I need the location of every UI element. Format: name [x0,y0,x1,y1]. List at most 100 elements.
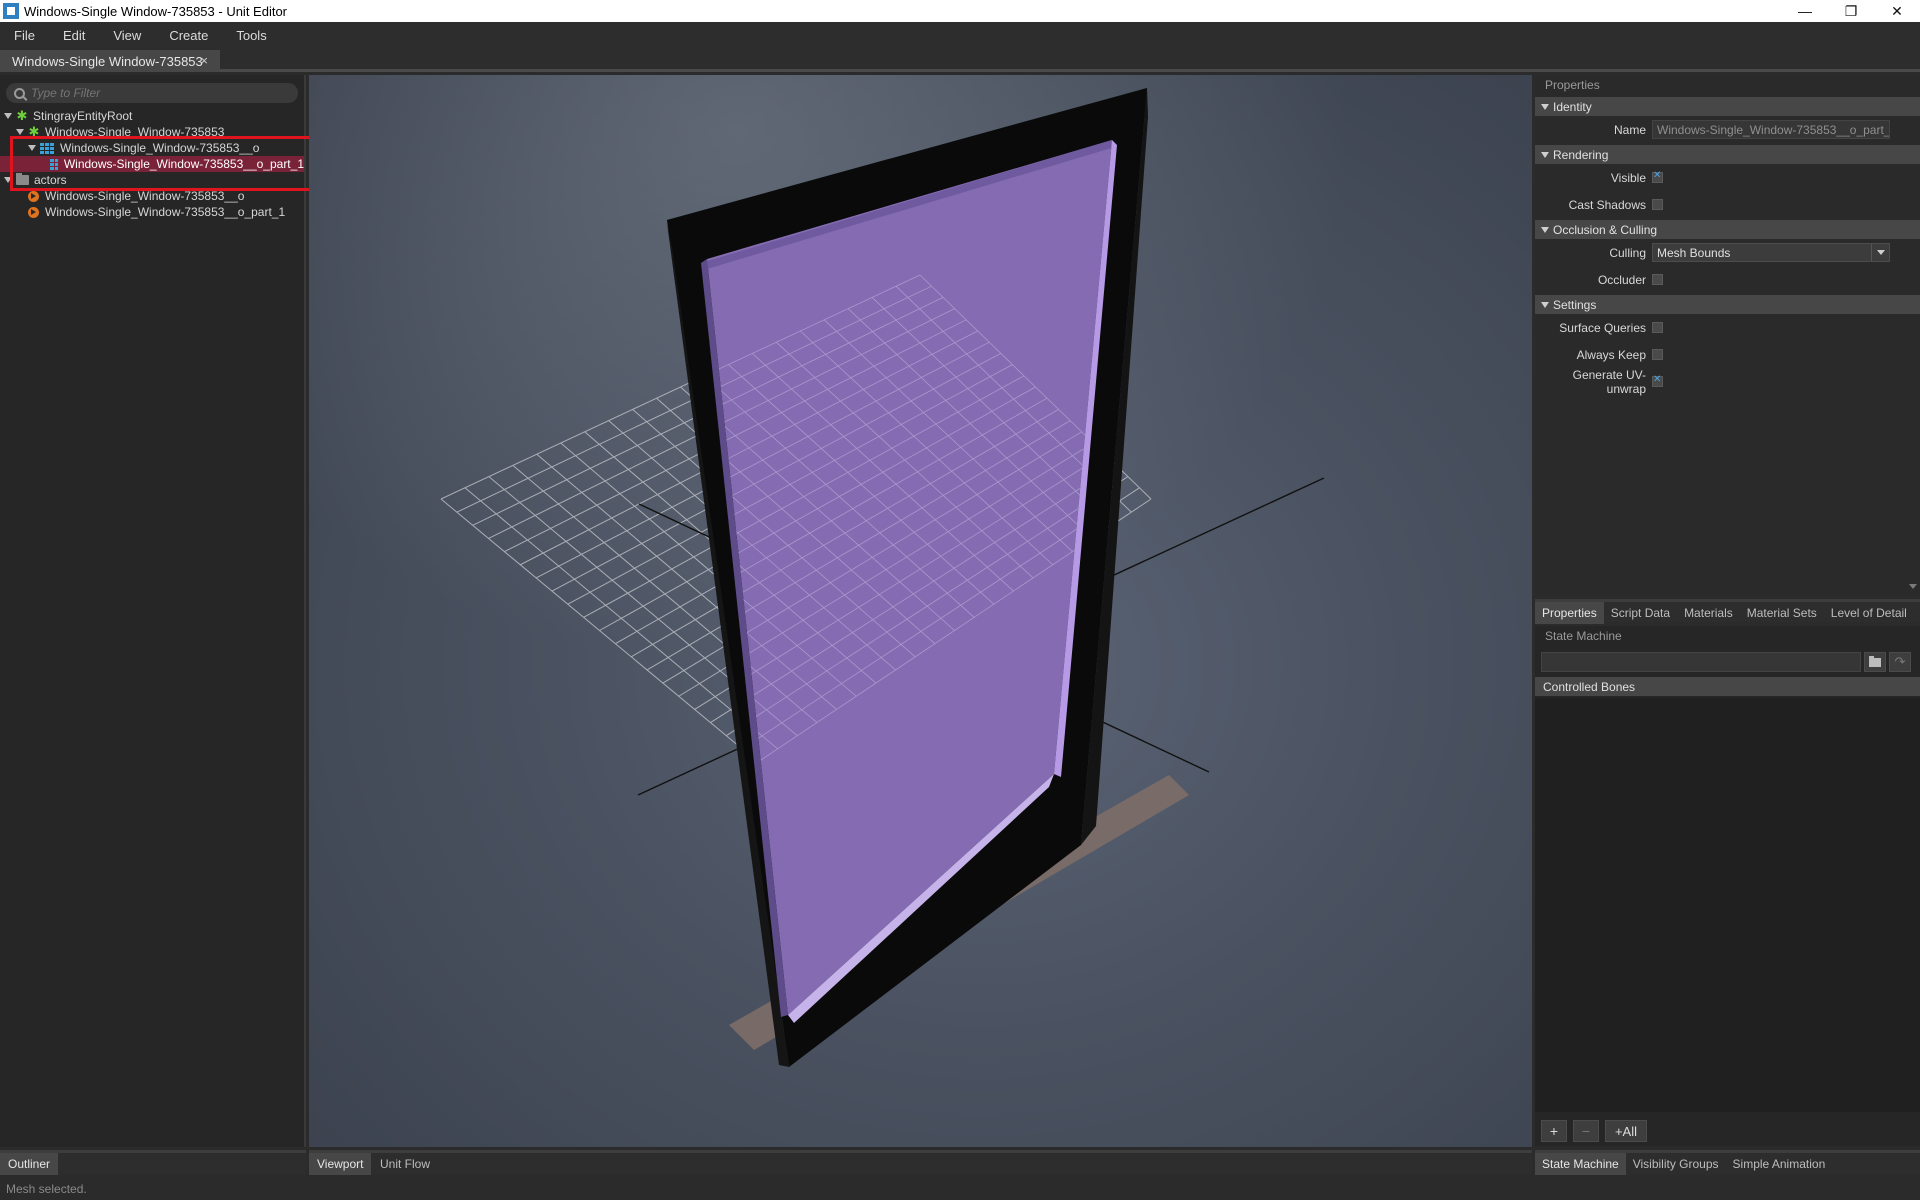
tab-simple-animation[interactable]: Simple Animation [1726,1153,1833,1175]
section-identity[interactable]: Identity [1535,97,1920,116]
collapse-arrow-icon[interactable] [1541,103,1549,110]
name-row: Name Windows-Single_Window-735853__o_par… [1535,116,1920,143]
tree-item-label: StingrayEntityRoot [33,109,133,123]
always-keep-row: Always Keep [1535,341,1920,368]
section-label: Rendering [1553,147,1609,162]
section-rendering[interactable]: Rendering [1535,145,1920,164]
tree-item-label: Windows-Single_Window-735853__o_part_1 [45,205,286,219]
cast-shadows-row: Cast Shadows [1535,191,1920,218]
document-tab-label: Windows-Single Window-735853 [12,53,203,69]
menu-tools[interactable]: Tools [228,28,274,43]
name-label: Name [1613,122,1646,137]
state-machine-panel: State Machine ↷ Controlled Bones + − +Al… [1535,626,1920,1146]
occluder-checkbox[interactable] [1652,274,1663,285]
app-icon [3,3,19,19]
outliner-tab-bar: Outliner [0,1150,306,1175]
browse-button[interactable] [1864,652,1886,672]
outliner-panel: ✱ StingrayEntityRoot ✱ Windows-Single_Wi… [0,75,306,1147]
generate-uv-checkbox[interactable] [1652,374,1663,387]
cast-shadows-label: Cast Shadows [1568,197,1646,212]
menu-view[interactable]: View [105,28,149,43]
expand-arrow-icon[interactable] [16,129,24,135]
cast-shadows-checkbox[interactable] [1652,199,1663,210]
section-label: Occlusion & Culling [1553,222,1658,237]
visible-checkbox[interactable] [1652,170,1663,183]
section-label: Identity [1553,99,1592,114]
viewport-scene [309,75,1532,1147]
properties-title: Properties [1545,78,1600,92]
tab-level-of-detail[interactable]: Level of Detail [1824,602,1914,624]
actor-icon [28,190,39,202]
occluder-label: Occluder [1597,272,1646,287]
goto-button[interactable]: ↷ [1889,652,1911,672]
occluder-row: Occluder [1535,266,1920,293]
menu-edit[interactable]: Edit [55,28,93,43]
restore-button[interactable]: ❐ [1828,0,1874,22]
expand-arrow-icon[interactable] [4,113,12,119]
generate-uv-label: Generate UV-unwrap [1572,367,1646,396]
menu-bar: File Edit View Create Tools [0,22,1920,48]
surface-queries-row: Surface Queries [1535,314,1920,341]
section-occlusion-culling[interactable]: Occlusion & Culling [1535,220,1920,239]
generate-uv-row: Generate UV-unwrap [1535,367,1920,396]
always-keep-checkbox[interactable] [1652,349,1663,360]
culling-label: Culling [1609,245,1646,260]
filter-box[interactable] [6,83,298,103]
controlled-bones-header: Controlled Bones [1535,677,1920,696]
tree-item-label: Windows-Single_Window-735853__o [45,189,245,203]
window-controls: — ❐ ✕ [1782,0,1920,22]
collapse-arrow-icon[interactable] [1541,301,1549,308]
viewport-3d[interactable] [309,75,1532,1147]
menu-file[interactable]: File [6,28,43,43]
status-text: Mesh selected. [6,1182,87,1196]
add-bone-button[interactable]: + [1541,1120,1567,1142]
surface-queries-label: Surface Queries [1559,320,1646,335]
tab-unit-flow[interactable]: Unit Flow [372,1153,438,1175]
section-label: Settings [1553,297,1597,312]
status-bar: Mesh selected. [0,1178,1920,1200]
tab-script-data[interactable]: Script Data [1604,602,1677,624]
tab-viewport[interactable]: Viewport [309,1153,372,1175]
culling-row: Culling Mesh Bounds [1535,239,1920,266]
always-keep-label: Always Keep [1576,347,1646,362]
title-bar: Windows-Single Window-735853 - Unit Edit… [0,0,1920,22]
actor-icon [28,206,39,218]
entity-icon: ✱ [16,108,28,123]
tab-state-machine[interactable]: State Machine [1535,1153,1626,1175]
close-window-button[interactable]: ✕ [1874,0,1920,22]
tab-properties[interactable]: Properties [1535,602,1604,624]
scroll-down-icon[interactable] [1909,584,1917,589]
minimize-button[interactable]: — [1782,0,1828,22]
collapse-arrow-icon[interactable] [1541,226,1549,233]
tab-material-sets[interactable]: Material Sets [1740,602,1824,624]
folder-icon [1869,655,1881,667]
controlled-bones-list[interactable] [1535,698,1920,1112]
state-machine-title: State Machine [1545,629,1622,643]
tab-outliner[interactable]: Outliner [0,1153,59,1175]
culling-dropdown[interactable]: Mesh Bounds [1652,243,1890,262]
properties-panel: Properties Identity Name Windows-Single_… [1535,75,1920,595]
viewport-tab-bar: Viewport Unit Flow [309,1150,1532,1175]
state-machine-input[interactable] [1541,652,1861,672]
annotation-highlight-box [10,136,337,191]
tab-materials[interactable]: Materials [1677,602,1740,624]
window-title: Windows-Single Window-735853 - Unit Edit… [24,3,288,19]
tab-close-icon[interactable]: × [200,53,208,68]
document-tab-strip: Windows-Single Window-735853 × [0,48,1920,72]
remove-bone-button[interactable]: − [1573,1120,1599,1142]
tree-item-actor-part-1[interactable]: Windows-Single_Window-735853__o_part_1 [0,204,304,220]
menu-create[interactable]: Create [161,28,216,43]
state-machine-tab-bar: State Machine Visibility Groups Simple A… [1535,1150,1920,1175]
name-field[interactable]: Windows-Single_Window-735853__o_part_1 [1652,120,1890,139]
tree-item-root[interactable]: ✱ StingrayEntityRoot [0,108,304,124]
chevron-down-icon[interactable] [1871,244,1889,261]
surface-queries-checkbox[interactable] [1652,322,1663,333]
add-all-bones-button[interactable]: +All [1605,1120,1647,1142]
collapse-arrow-icon[interactable] [1541,151,1549,158]
filter-input[interactable] [31,86,271,100]
document-tab[interactable]: Windows-Single Window-735853 × [0,50,220,72]
redo-arrow-icon: ↷ [1894,654,1906,669]
tab-visibility-groups[interactable]: Visibility Groups [1626,1153,1726,1175]
section-settings[interactable]: Settings [1535,295,1920,314]
state-machine-resource-row: ↷ [1541,651,1911,673]
